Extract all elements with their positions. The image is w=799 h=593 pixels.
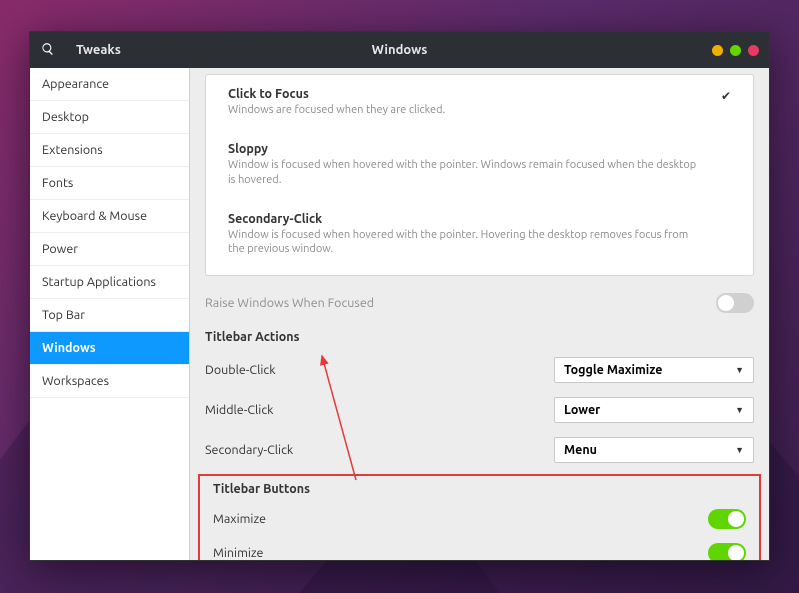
focus-option-desc: Window is focused when hovered with the … [228,158,698,188]
tweaks-window: Tweaks Windows Appearance Desktop Extens… [29,31,770,561]
secondary-click-label: Secondary-Click [205,443,293,457]
sidebar-item-windows[interactable]: Windows [30,332,189,365]
titlebar-buttons-highlight: Titlebar Buttons Maximize Minimize Place… [198,474,761,560]
raise-when-focused-label: Raise Windows When Focused [205,296,374,310]
maximize-row: Maximize [210,502,749,536]
sidebar: Appearance Desktop Extensions Fonts Keyb… [30,68,190,560]
maximize-toggle[interactable] [708,509,746,529]
sidebar-item-appearance[interactable]: Appearance [30,68,189,101]
middle-click-dropdown[interactable]: Lower ▼ [554,397,754,423]
sidebar-item-label: Desktop [42,110,89,124]
sidebar-item-label: Keyboard & Mouse [42,209,147,223]
titlebar-actions-heading: Titlebar Actions [202,320,757,350]
focus-option-desc: Window is focused when hovered with the … [228,228,698,258]
dropdown-value: Menu [564,443,597,457]
section-title: Windows [30,43,769,57]
sidebar-item-extensions[interactable]: Extensions [30,134,189,167]
double-click-dropdown[interactable]: Toggle Maximize ▼ [554,357,754,383]
minimize-label: Minimize [213,546,263,560]
window-focus-panel: Click to Focus Windows are focused when … [205,74,754,276]
app-title: Tweaks [76,43,121,57]
middle-click-label: Middle-Click [205,403,273,417]
focus-option-title: Sloppy [228,142,731,156]
chevron-down-icon: ▼ [735,405,744,415]
header-bar: Tweaks Windows [30,32,769,68]
search-button[interactable] [30,32,66,68]
close-window-button[interactable] [748,45,759,56]
sidebar-item-startup-applications[interactable]: Startup Applications [30,266,189,299]
titlebar-buttons-heading: Titlebar Buttons [210,482,749,502]
double-click-row: Double-Click Toggle Maximize ▼ [202,350,757,390]
dropdown-value: Lower [564,403,600,417]
maximize-label: Maximize [213,512,266,526]
dropdown-value: Toggle Maximize [564,363,662,377]
focus-option-desc: Windows are focused when they are clicke… [228,103,698,118]
sidebar-item-fonts[interactable]: Fonts [30,167,189,200]
sidebar-item-label: Power [42,242,78,256]
minimize-row: Minimize [210,536,749,560]
sidebar-item-label: Windows [42,341,96,355]
middle-click-row: Middle-Click Lower ▼ [202,390,757,430]
sidebar-item-workspaces[interactable]: Workspaces [30,365,189,398]
sidebar-item-desktop[interactable]: Desktop [30,101,189,134]
raise-when-focused-row: Raise Windows When Focused [202,286,757,320]
double-click-label: Double-Click [205,363,276,377]
maximize-window-button[interactable] [730,45,741,56]
raise-when-focused-toggle[interactable] [716,293,754,313]
minimize-window-button[interactable] [712,45,723,56]
sidebar-item-label: Appearance [42,77,109,91]
focus-option-title: Secondary-Click [228,212,731,226]
focus-option-sloppy[interactable]: Sloppy Window is focused when hovered wi… [228,130,731,200]
sidebar-item-label: Workspaces [42,374,109,388]
sidebar-item-label: Startup Applications [42,275,156,289]
minimize-toggle[interactable] [708,543,746,560]
focus-option-click[interactable]: Click to Focus Windows are focused when … [228,75,731,130]
sidebar-item-label: Fonts [42,176,73,190]
focus-option-title: Click to Focus [228,87,731,101]
content-area: Click to Focus Windows are focused when … [190,68,769,560]
sidebar-item-top-bar[interactable]: Top Bar [30,299,189,332]
secondary-click-dropdown[interactable]: Menu ▼ [554,437,754,463]
secondary-click-row: Secondary-Click Menu ▼ [202,430,757,470]
window-controls [712,45,759,56]
focus-option-secondary-click[interactable]: Secondary-Click Window is focused when h… [228,200,731,262]
sidebar-item-keyboard-mouse[interactable]: Keyboard & Mouse [30,200,189,233]
chevron-down-icon: ▼ [735,365,744,375]
chevron-down-icon: ▼ [735,445,744,455]
checkmark-icon: ✔ [721,89,731,103]
search-icon [41,42,55,59]
sidebar-item-label: Extensions [42,143,103,157]
sidebar-item-label: Top Bar [42,308,85,322]
sidebar-item-power[interactable]: Power [30,233,189,266]
